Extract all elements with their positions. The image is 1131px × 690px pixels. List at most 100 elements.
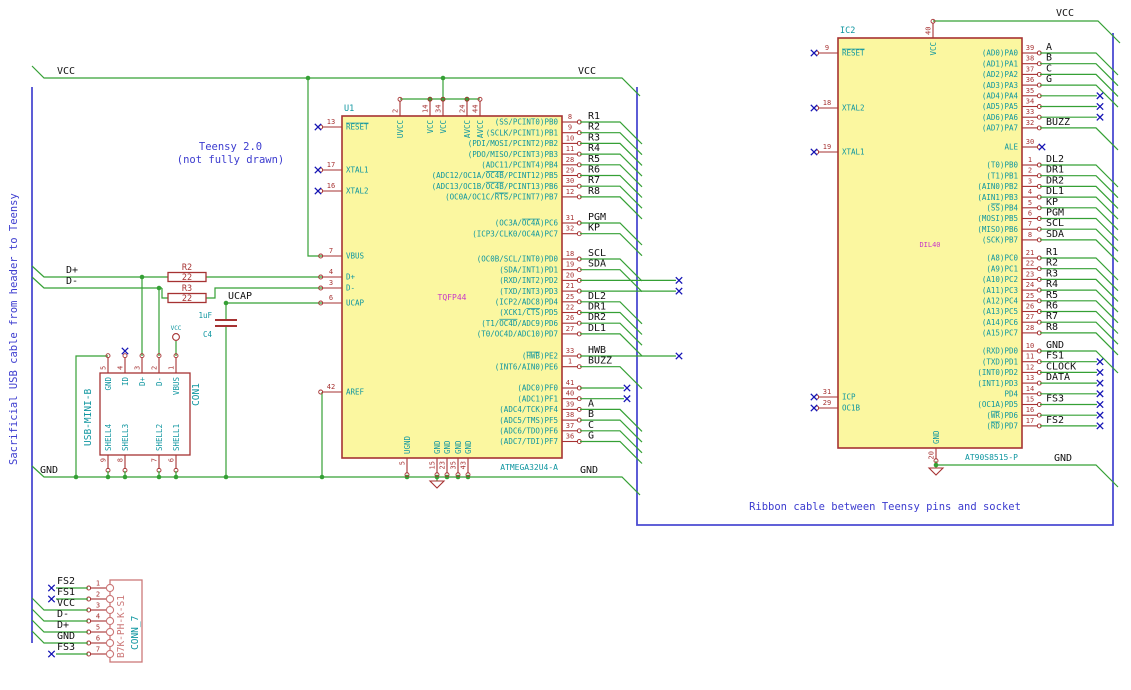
pin-name: (AD2)PA2 [982, 70, 1018, 79]
net-label: A [1046, 42, 1052, 53]
pin-name: (INT6/AIN0)PE6 [495, 362, 559, 371]
net-label: FS1 [1046, 351, 1064, 362]
pin-name: (INT1)PD3 [977, 379, 1018, 388]
net-label: R1 [1046, 247, 1058, 258]
pin-name: (ADC4/TCK)PF4 [499, 405, 558, 414]
net-label: PGM [1046, 208, 1064, 219]
pin-name: (ICP2/ADC8)PD4 [495, 298, 559, 307]
pin-name: (T0)PB0 [986, 161, 1018, 170]
pin-name: (AIN1)PB3 [977, 193, 1018, 202]
pin-name: GND [443, 440, 452, 454]
pin-number: 14 [1026, 385, 1034, 393]
pin-name: (ADC5/TMS)PF5 [499, 416, 558, 425]
net-label: R4 [1046, 279, 1058, 290]
u1-value: ATMEGA32U4-A [500, 463, 558, 472]
pin-name: (ADC1)PF1 [517, 394, 558, 403]
net-label: C [1046, 63, 1052, 74]
pin-number: 30 [1026, 138, 1034, 146]
schematic-canvas: VCC VCC D+ D- UCAP GND GND VCC GND U1 ATMEGA32U4-A… [0, 0, 1131, 690]
net-label: VCC [578, 66, 596, 77]
no-connect-x-icon [810, 404, 818, 412]
net-label: R2 [588, 122, 600, 133]
net-label: GND [1054, 453, 1072, 464]
net-label: FS2 [57, 576, 75, 587]
pin-number: 5 [100, 366, 108, 370]
conn7-pad [105, 616, 115, 626]
wire [580, 440, 643, 464]
pin-number: 11 [1026, 353, 1034, 361]
pin-name: (AIN0)PB2 [977, 182, 1018, 191]
no-connect-x-icon [810, 393, 818, 401]
pin-number: 1 [96, 580, 100, 588]
pin-number: 13 [327, 118, 335, 126]
net-label: R7 [588, 175, 600, 186]
pin-number: 32 [566, 225, 574, 233]
pin-number: 11 [566, 145, 574, 153]
pin-number: 2 [1028, 167, 1032, 175]
conn7-value: B7K-PH-K-S1 [116, 595, 127, 658]
pin-number: 27 [566, 325, 574, 333]
pin-name: (ADC12/OC1A/OC4B/PCINT12)PB5 [432, 171, 558, 180]
pin-number: 3 [329, 279, 333, 287]
pin-number: 6 [168, 458, 176, 462]
pin-name: GND [433, 440, 442, 454]
pin-number: 33 [1026, 108, 1034, 116]
u1-ref: U1 [344, 104, 354, 114]
wire [1040, 127, 1119, 151]
net-label: CLOCK [1046, 361, 1076, 372]
pin-number: 40 [566, 390, 574, 398]
no-connect-x-icon [1096, 400, 1104, 409]
pin-name: (OC0B/SCL/INT0)PD0 [477, 255, 559, 264]
net-label: A [588, 398, 594, 409]
pin-name: ALE [1004, 143, 1018, 152]
pin-name: (MISO)PB6 [977, 225, 1018, 234]
pin-name: RESET [346, 123, 369, 132]
net-label: DR2 [1046, 175, 1064, 186]
no-connect-x-icon [314, 187, 322, 195]
junction-dot [73, 474, 79, 480]
pin-number: 1 [1028, 156, 1032, 164]
pin-name: SHELL2 [155, 424, 164, 451]
no-connect-x-icon [314, 123, 322, 131]
pin-number: 17 [327, 161, 335, 169]
pin-number: 43 [460, 461, 468, 469]
pin-name: (RXD/INT2)PD2 [499, 276, 558, 285]
pin-name: D+ [138, 377, 147, 387]
pin-name: (MOSI)PB5 [977, 214, 1018, 223]
no-connect-x-icon [121, 347, 129, 355]
pin-name: AVCC [476, 120, 485, 138]
net-label: R1 [588, 111, 600, 122]
pin-number: 22 [1026, 260, 1034, 268]
pin-number: 16 [327, 182, 335, 190]
net-label: FS2 [1046, 415, 1064, 426]
net-label: BUZZ [588, 356, 612, 367]
junction-dot [319, 474, 325, 480]
net-label: KP [1046, 197, 1058, 208]
pin-name: SHELL1 [172, 424, 181, 451]
wire [936, 464, 1119, 488]
pin-number: 36 [1026, 76, 1034, 84]
net-label: R8 [588, 186, 600, 197]
pin-number: 34 [435, 105, 443, 113]
pin-name: (A11)PC3 [982, 286, 1018, 295]
pin-number: 9 [825, 44, 829, 52]
pin-name: (A9)PC1 [986, 264, 1018, 273]
pin-name: (SCK)PB7 [982, 236, 1018, 245]
pin-name: (AD0)PA0 [982, 49, 1019, 58]
pin-name: SHELL3 [121, 424, 130, 451]
no-connect-x-icon [1096, 422, 1104, 430]
no-connect-x-icon [1096, 102, 1104, 111]
net-label: SCL [588, 248, 606, 259]
net-label: D- [57, 609, 69, 620]
junction-dot [933, 462, 939, 468]
pin-name: XTAL1 [346, 166, 369, 175]
pin-number: 19 [823, 143, 831, 151]
no-connect-x-icon [314, 166, 322, 174]
teensy-note: Teensy 2.0 (not fully drawn) [158, 141, 303, 166]
vcc-symbol-label: VCC [171, 325, 182, 332]
net-label: VCC [57, 66, 75, 77]
pin-name: (ADC0)PF0 [517, 384, 558, 393]
pin-name: (A14)PC6 [982, 318, 1019, 327]
pin-name: GND [104, 377, 113, 391]
pin-number: 26 [1026, 303, 1034, 311]
